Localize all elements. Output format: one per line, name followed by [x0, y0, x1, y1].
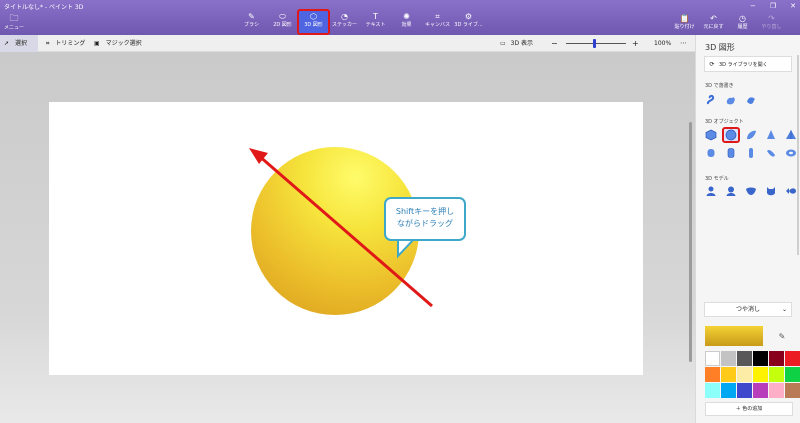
add-color-button[interactable]: ＋ 色の追加	[705, 402, 793, 416]
current-color-swatch[interactable]	[705, 326, 763, 346]
woman-model-icon	[726, 186, 736, 196]
color-swatch[interactable]	[705, 367, 720, 382]
cube-button[interactable]	[703, 128, 719, 142]
man-model-button[interactable]	[703, 184, 719, 198]
object-row-1	[703, 127, 799, 143]
hemisphere-icon	[747, 130, 756, 140]
color-swatch[interactable]	[721, 351, 736, 366]
cylinder-icon	[707, 149, 715, 157]
color-palette	[705, 351, 800, 398]
color-swatch[interactable]	[769, 351, 784, 366]
pyramid-icon	[786, 130, 796, 139]
side-panel: 3D 図形 ⟳ 3D ライブラリを開く 3D で落書き 3D オブジェクト 3D…	[695, 35, 800, 423]
object-row-2	[703, 146, 799, 160]
color-swatch[interactable]	[705, 383, 720, 398]
eyedropper-icon[interactable]: ✎	[772, 326, 792, 346]
model-row	[703, 184, 799, 198]
library-label: 3D ライブラリを開く	[719, 61, 768, 68]
soft-doodle-icon	[726, 97, 735, 105]
cone-button[interactable]	[763, 128, 779, 142]
torus-icon	[786, 149, 796, 157]
chevron-down-icon: ⌄	[781, 306, 787, 313]
sharp-doodle-button[interactable]	[703, 93, 719, 107]
sharp-doodle-icon	[706, 94, 715, 105]
color-swatch[interactable]	[769, 367, 784, 382]
tube-icon	[727, 148, 735, 158]
dog-model-icon	[746, 187, 756, 195]
color-swatch[interactable]	[737, 351, 752, 366]
cube-icon	[705, 129, 717, 141]
doodle-section-label: 3D で落書き	[705, 83, 734, 89]
doodle-tools	[703, 93, 759, 107]
color-swatch[interactable]	[737, 367, 752, 382]
tube-doodle-button[interactable]	[743, 93, 759, 107]
cone-icon	[767, 130, 775, 139]
models-section-label: 3D モデル	[705, 176, 729, 182]
callout-line-2: ながらドラッグ	[397, 219, 453, 228]
sphere-button[interactable]	[722, 127, 740, 143]
cat-model-button[interactable]	[763, 184, 779, 198]
color-swatch[interactable]	[785, 367, 800, 382]
donut-icon	[767, 149, 775, 157]
color-swatch[interactable]	[705, 351, 720, 366]
panel-title: 3D 図形	[705, 43, 735, 52]
finish-value: つや消し	[735, 306, 760, 313]
color-swatch[interactable]	[721, 367, 736, 382]
donut-button[interactable]	[763, 146, 779, 160]
instruction-callout: Shiftキーを押し ながらドラッグ	[384, 197, 466, 241]
capsule-icon	[749, 148, 753, 158]
color-swatch[interactable]	[785, 351, 800, 366]
tube-doodle-icon	[747, 97, 755, 104]
capsule-button[interactable]	[743, 146, 759, 160]
color-swatch[interactable]	[769, 383, 784, 398]
color-swatch[interactable]	[721, 383, 736, 398]
open-3d-library-button[interactable]: ⟳ 3D ライブラリを開く	[704, 56, 792, 72]
cylinder-button[interactable]	[703, 146, 719, 160]
color-swatch[interactable]	[753, 351, 768, 366]
finish-dropdown[interactable]: つや消し ⌄	[704, 302, 792, 317]
dog-model-button[interactable]	[743, 184, 759, 198]
tube-button[interactable]	[723, 146, 739, 160]
callout-tail	[397, 238, 417, 259]
soft-doodle-button[interactable]	[723, 93, 739, 107]
sphere-icon	[725, 129, 737, 141]
panel-scrollbar[interactable]	[797, 55, 799, 255]
color-swatch[interactable]	[785, 383, 800, 398]
library-icon: ⟳	[709, 60, 715, 68]
callout-line-1: Shiftキーを押し	[395, 207, 455, 216]
color-swatch[interactable]	[737, 383, 752, 398]
hemisphere-button[interactable]	[743, 128, 759, 142]
cat-model-icon	[767, 187, 775, 196]
fish-model-icon	[786, 188, 796, 194]
color-swatch[interactable]	[753, 383, 768, 398]
color-swatch[interactable]	[753, 367, 768, 382]
woman-model-button[interactable]	[723, 184, 739, 198]
objects-section-label: 3D オブジェクト	[705, 119, 744, 125]
man-model-icon	[706, 186, 716, 196]
